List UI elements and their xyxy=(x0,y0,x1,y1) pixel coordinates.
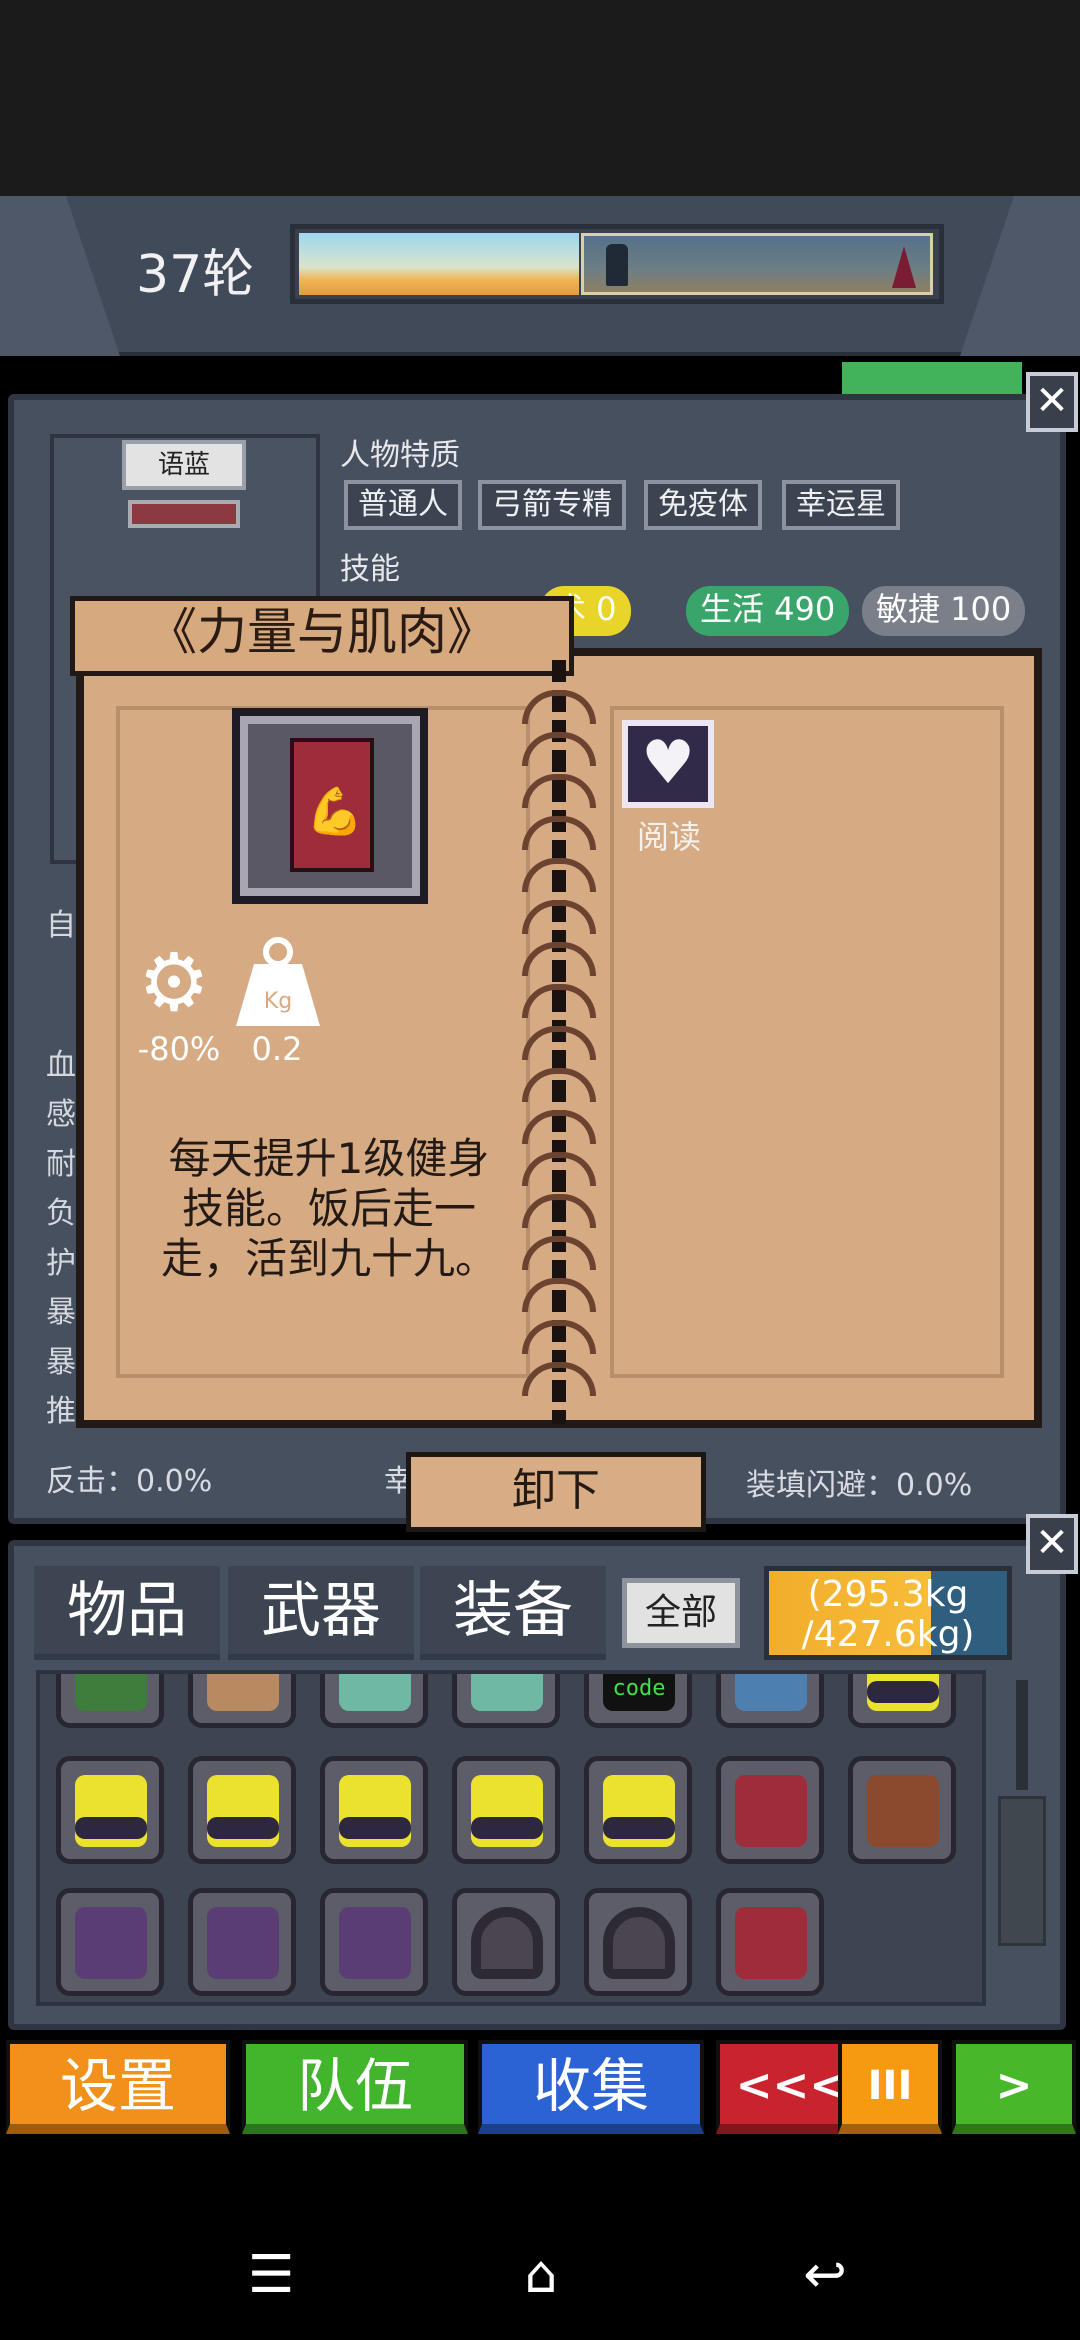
inventory-slot-armor-vest[interactable] xyxy=(188,1888,296,1996)
carry-weight-max: /427.6kg) xyxy=(801,1614,975,1655)
trait-badge[interactable]: 幸运星 xyxy=(782,480,900,530)
read-action-label[interactable]: 阅读 xyxy=(624,812,714,858)
character-name-button[interactable]: 语蓝 xyxy=(122,440,246,490)
carry-weight-current: (295.3kg xyxy=(807,1574,969,1615)
code-label: code xyxy=(603,1674,675,1711)
round-counter: 37轮 xyxy=(136,245,255,305)
inventory-slot-red-book-cross[interactable] xyxy=(716,1756,824,1864)
witch-sprite xyxy=(892,246,916,288)
description-line: 技能。饭后走一 xyxy=(181,1184,476,1233)
menu-icon[interactable]: ☰ xyxy=(236,2240,306,2310)
inventory-slot-headphones[interactable] xyxy=(452,1888,560,1996)
back-icon[interactable]: ↩ xyxy=(790,2240,860,2310)
traits-title: 人物特质 xyxy=(340,438,460,473)
inventory-grid: code xyxy=(36,1670,986,2006)
inventory-slot-armor-vest[interactable] xyxy=(320,1888,428,1996)
item-title: 《力量与肌肉》 xyxy=(147,603,497,661)
scroll-handle[interactable] xyxy=(998,1796,1046,1946)
team-button[interactable]: 队伍 xyxy=(242,2040,468,2134)
inventory-slot-dagger[interactable] xyxy=(188,1674,296,1728)
inventory-slot-goggles-helmet[interactable] xyxy=(188,1756,296,1864)
inventory-slot-goggles-helmet[interactable] xyxy=(452,1756,560,1864)
flexed-arm-icon: 💪 xyxy=(306,784,364,838)
speed-button[interactable]: > xyxy=(952,2040,1076,2134)
weight-icon: Kg xyxy=(236,937,320,1026)
inventory-slot-headphones[interactable] xyxy=(584,1888,692,1996)
inventory-slot-door[interactable] xyxy=(56,1674,164,1728)
inventory-slot-sneaker[interactable] xyxy=(320,1674,428,1728)
inventory-slot-strength-book[interactable] xyxy=(716,1888,824,1996)
inventory-slot-laptop[interactable] xyxy=(716,1674,824,1728)
stat-reload-dodge: 装填闪避：0.0% xyxy=(746,1468,973,1503)
inventory-slot-goggles-helmet[interactable] xyxy=(848,1674,956,1728)
battle-window xyxy=(581,233,933,295)
skill-badge[interactable]: 生活 490 xyxy=(686,586,850,636)
inventory-slot-armor-vest[interactable] xyxy=(56,1888,164,1996)
spiral-rings xyxy=(522,660,596,1424)
tab-items[interactable]: 物品 xyxy=(34,1566,220,1660)
close-icon[interactable]: ✕ xyxy=(1026,1514,1078,1574)
inventory-slot-goggles-helmet[interactable] xyxy=(56,1756,164,1864)
inventory-slot-goggles-helmet[interactable] xyxy=(584,1756,692,1864)
tab-equipment[interactable]: 装备 xyxy=(420,1566,606,1660)
item-description: 每天提升1级健身 技能。饭后走一 走，活到九十九。 xyxy=(128,1134,530,1284)
stat-counter-attack: 反击：0.0% xyxy=(46,1464,213,1499)
pause-button[interactable]: III xyxy=(838,2040,942,2134)
description-line: 每天提升1级健身 xyxy=(168,1134,490,1183)
description-line: 走，活到九十九。 xyxy=(160,1234,497,1283)
strength-book-icon: 💪 xyxy=(290,738,374,872)
trait-badge[interactable]: 普通人 xyxy=(344,480,462,530)
status-area xyxy=(0,0,1080,196)
collection-button[interactable]: 收集 xyxy=(478,2040,704,2134)
pine-trees-decoration xyxy=(842,362,1022,394)
desert-sky-image xyxy=(299,233,579,295)
inventory-slot-sneaker[interactable] xyxy=(452,1674,560,1728)
inventory-slot-code[interactable]: code xyxy=(584,1674,692,1728)
weight-value: 0.2 xyxy=(251,1030,303,1068)
inventory-slot-goggles-helmet[interactable] xyxy=(320,1756,428,1864)
filter-all-button[interactable]: 全部 xyxy=(622,1578,740,1648)
skills-title: 技能 xyxy=(340,552,400,587)
heart-icon[interactable]: ♥ xyxy=(622,720,714,808)
trait-badge[interactable]: 免疫体 xyxy=(644,480,762,530)
inventory-scrollbar[interactable] xyxy=(1016,1680,1028,1790)
tab-weapons[interactable]: 武器 xyxy=(228,1566,414,1660)
gear-wrench-icon: ⚙ xyxy=(138,936,210,1029)
home-icon[interactable]: ⌂ xyxy=(506,2240,576,2310)
inventory-slot-gem-book[interactable] xyxy=(848,1756,956,1864)
trait-badge[interactable]: 弓箭专精 xyxy=(478,480,626,530)
settings-button[interactable]: 设置 xyxy=(6,2040,230,2134)
carry-weight-meter: (295.3kg /427.6kg) xyxy=(764,1566,1012,1660)
weight-unit-text: Kg xyxy=(264,989,292,1014)
durability-value: -80% xyxy=(137,1030,221,1068)
unequip-button[interactable]: 卸下 xyxy=(406,1452,706,1532)
stage-progress-bar xyxy=(290,224,944,304)
close-icon[interactable]: ✕ xyxy=(1026,372,1078,432)
skill-badge[interactable]: 敏捷 100 xyxy=(862,586,1026,636)
hero-sprite xyxy=(606,244,628,286)
character-health-bar xyxy=(128,500,240,528)
